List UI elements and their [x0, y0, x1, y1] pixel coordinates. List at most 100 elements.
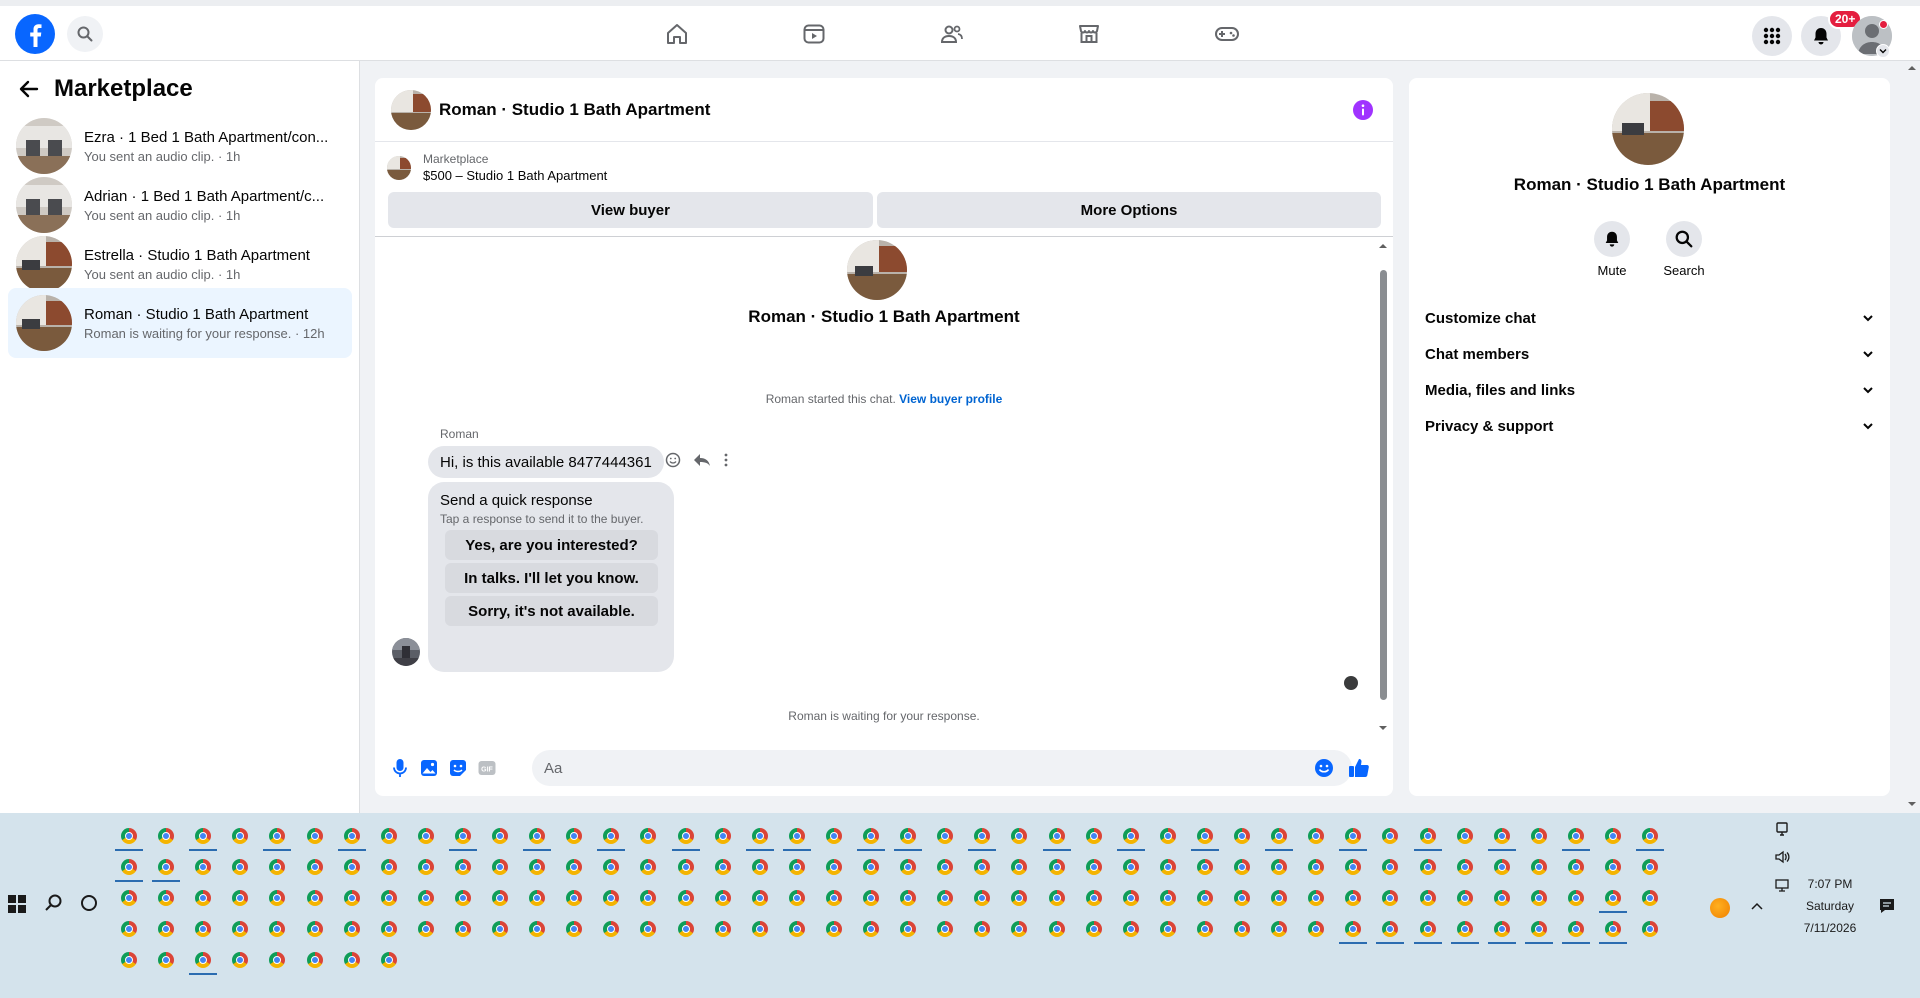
quick-response-option[interactable]: In talks. I'll let you know.	[445, 563, 658, 593]
chrome-taskbar-icon[interactable]	[492, 828, 508, 844]
gaming-icon[interactable]	[1213, 20, 1241, 48]
chrome-taskbar-icon[interactable]	[529, 921, 546, 937]
chrome-taskbar-icon[interactable]	[900, 890, 917, 906]
chrome-taskbar-icon[interactable]	[1085, 828, 1102, 844]
chrome-taskbar-icon[interactable]	[454, 890, 471, 906]
chrome-taskbar-icon[interactable]	[974, 890, 991, 906]
chrome-taskbar-icon[interactable]	[1456, 828, 1473, 844]
chrome-taskbar-icon[interactable]	[1567, 921, 1584, 937]
chrome-taskbar-icon[interactable]	[1530, 890, 1547, 906]
chevron-down-icon[interactable]	[1876, 44, 1890, 58]
chrome-taskbar-icon[interactable]	[269, 828, 286, 844]
chrome-taskbar-icon[interactable]	[1196, 828, 1213, 844]
chrome-taskbar-icon[interactable]	[1419, 890, 1436, 906]
chrome-taskbar-icon[interactable]	[1567, 890, 1584, 906]
chrome-taskbar-icon[interactable]	[566, 890, 583, 906]
chrome-taskbar-icon[interactable]	[343, 890, 360, 906]
chrome-taskbar-icon[interactable]	[788, 859, 805, 875]
chrome-taskbar-icon[interactable]	[195, 859, 212, 875]
chrome-taskbar-icon[interactable]	[603, 859, 620, 875]
chrome-taskbar-icon[interactable]	[1642, 859, 1659, 875]
chrome-taskbar-icon[interactable]	[269, 921, 286, 937]
chrome-taskbar-icon[interactable]	[1159, 828, 1176, 844]
home-icon[interactable]	[663, 20, 691, 48]
privacy-support-row[interactable]: Privacy & support	[1425, 406, 1874, 446]
chrome-taskbar-icon[interactable]	[1605, 828, 1621, 844]
message-input[interactable]	[532, 750, 1352, 786]
chrome-taskbar-icon[interactable]	[492, 921, 508, 937]
chrome-taskbar-icon[interactable]	[825, 890, 842, 906]
info-icon[interactable]	[1353, 100, 1373, 120]
chrome-taskbar-icon[interactable]	[1456, 859, 1473, 875]
chrome-taskbar-icon[interactable]	[640, 859, 657, 875]
chrome-taskbar-icon[interactable]	[417, 859, 434, 875]
volume-icon[interactable]	[1774, 849, 1790, 865]
chrome-taskbar-icon[interactable]	[1085, 859, 1102, 875]
notification-center-icon[interactable]	[1878, 897, 1896, 915]
chrome-taskbar-icon[interactable]	[825, 859, 842, 875]
chrome-taskbar-icon[interactable]	[306, 890, 323, 906]
chrome-taskbar-icon[interactable]	[1196, 921, 1213, 937]
chat-scrollbar[interactable]	[1377, 242, 1389, 732]
chrome-taskbar-icon[interactable]	[1122, 828, 1139, 844]
chrome-taskbar-icon[interactable]	[343, 952, 360, 968]
view-buyer-profile-link[interactable]: View buyer profile	[899, 392, 1002, 406]
chrome-taskbar-icon[interactable]	[195, 828, 212, 844]
chrome-taskbar-icon[interactable]	[640, 921, 657, 937]
chrome-taskbar-icon[interactable]	[1234, 859, 1250, 875]
chrome-taskbar-icon[interactable]	[306, 952, 323, 968]
chrome-taskbar-icon[interactable]	[1419, 859, 1436, 875]
chrome-taskbar-icon[interactable]	[380, 952, 397, 968]
chrome-taskbar-icon[interactable]	[1419, 828, 1436, 844]
mute-button[interactable]: Mute	[1582, 221, 1642, 278]
chrome-taskbar-icon[interactable]	[863, 859, 879, 875]
chrome-taskbar-icon[interactable]	[863, 890, 879, 906]
chrome-taskbar-icon[interactable]	[1271, 890, 1288, 906]
chrome-taskbar-icon[interactable]	[380, 828, 397, 844]
chrome-taskbar-icon[interactable]	[1122, 859, 1139, 875]
marketplace-icon[interactable]	[1075, 20, 1103, 48]
chrome-taskbar-icon[interactable]	[1642, 828, 1659, 844]
windows-start-icon[interactable]	[8, 895, 26, 913]
chrome-taskbar-icon[interactable]	[603, 921, 620, 937]
chrome-taskbar-icon[interactable]	[343, 859, 360, 875]
chrome-taskbar-icon[interactable]	[1085, 921, 1102, 937]
microphone-icon[interactable]	[388, 756, 412, 780]
chrome-taskbar-icon[interactable]	[788, 828, 805, 844]
weather-icon[interactable]	[1710, 898, 1730, 918]
chrome-taskbar-icon[interactable]	[1605, 921, 1621, 937]
chrome-taskbar-icon[interactable]	[566, 859, 583, 875]
chrome-taskbar-icon[interactable]	[1308, 828, 1325, 844]
chrome-taskbar-icon[interactable]	[1382, 890, 1399, 906]
chat-avatar[interactable]	[391, 89, 431, 130]
chrome-taskbar-icon[interactable]	[269, 952, 286, 968]
chrome-taskbar-icon[interactable]	[492, 859, 508, 875]
reply-icon[interactable]	[693, 452, 711, 468]
chrome-taskbar-icon[interactable]	[1382, 859, 1399, 875]
chrome-taskbar-icon[interactable]	[1345, 859, 1362, 875]
chrome-taskbar-icon[interactable]	[603, 890, 620, 906]
chrome-taskbar-icon[interactable]	[232, 890, 249, 906]
chrome-taskbar-icon[interactable]	[900, 921, 917, 937]
chrome-taskbar-icon[interactable]	[751, 921, 768, 937]
listing-summary[interactable]: Marketplace $500 – Studio 1 Bath Apartme…	[387, 152, 607, 183]
conversation-item-active[interactable]: Roman · Studio 1 Bath Apartment Roman is…	[8, 288, 352, 358]
chrome-taskbar-icon[interactable]	[343, 828, 360, 844]
chrome-taskbar-icon[interactable]	[121, 921, 137, 937]
photo-icon[interactable]	[417, 756, 441, 780]
chrome-taskbar-icon[interactable]	[1493, 859, 1510, 875]
search-button[interactable]	[67, 16, 103, 52]
chrome-taskbar-icon[interactable]	[1011, 859, 1028, 875]
chrome-taskbar-icon[interactable]	[1567, 828, 1584, 844]
chrome-taskbar-icon[interactable]	[195, 952, 212, 968]
chrome-taskbar-icon[interactable]	[863, 828, 879, 844]
customize-chat-row[interactable]: Customize chat	[1425, 298, 1874, 338]
chrome-taskbar-icon[interactable]	[121, 890, 137, 906]
chrome-taskbar-icon[interactable]	[1271, 828, 1288, 844]
back-arrow-icon[interactable]	[18, 78, 40, 100]
react-icon[interactable]	[665, 452, 681, 468]
chrome-taskbar-icon[interactable]	[1011, 828, 1028, 844]
chrome-taskbar-icon[interactable]	[417, 828, 434, 844]
chrome-taskbar-icon[interactable]	[232, 921, 249, 937]
taskbar-search-icon[interactable]	[44, 893, 64, 913]
